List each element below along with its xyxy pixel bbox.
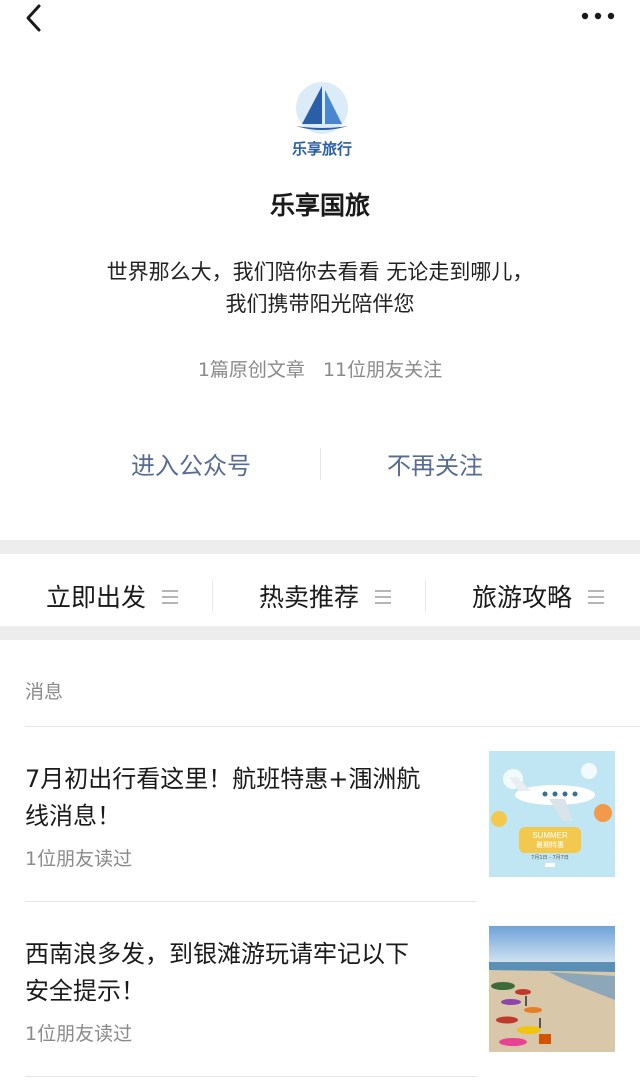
account-name: 乐享国旅	[269, 191, 370, 220]
menu-item-label: 热卖推荐	[259, 583, 360, 612]
account-intro: 世界那么大，我们陪你去看看 无论走到哪儿， 我们携带阳光陪伴您	[60, 256, 580, 320]
article-title-line: 7月初出行看这里！航班特惠+涠洲航	[25, 765, 421, 793]
article-title: 西南浪多发，到银滩游玩请牢记以下 安全提示！	[25, 936, 465, 1010]
menu-item-hot-deals[interactable]: 热卖推荐	[213, 554, 426, 626]
menu-lines-icon	[375, 590, 391, 604]
divider	[25, 1076, 477, 1077]
account-logo: 乐享旅行	[282, 80, 362, 162]
article-title-line: 安全提示！	[25, 977, 145, 1005]
section-separator	[0, 626, 640, 640]
original-articles-count: 1篇原创文章	[197, 359, 305, 381]
article-title-line: 线消息！	[25, 802, 121, 830]
sailboat-icon	[296, 82, 348, 134]
messages-title: 消息	[25, 681, 64, 703]
enter-account-button[interactable]: 进入公众号	[76, 446, 306, 481]
thumb-badge-cn: 暑期特惠	[536, 840, 564, 849]
chevron-left-icon[interactable]	[20, 2, 50, 34]
account-stats: 1篇原创文章 11位朋友关注	[0, 355, 640, 382]
beach-photo-image	[489, 926, 615, 1052]
top-bar	[0, 0, 640, 40]
account-menu: 立即出发 热卖推荐 旅游攻略	[0, 554, 640, 626]
menu-item-travel-guide[interactable]: 旅游攻略	[426, 554, 639, 626]
article-read-count: 1位朋友读过	[25, 1023, 133, 1045]
article-title-line: 西南浪多发，到银滩游玩请牢记以下	[25, 940, 409, 968]
menu-item-depart[interactable]: 立即出发	[0, 554, 213, 626]
thumb-badge-date: 7月1日 - 7月7日	[531, 855, 569, 861]
menu-lines-icon	[162, 590, 178, 604]
more-dots-icon[interactable]	[580, 8, 616, 24]
airplane-summer-image: SUMMER 暑期特惠 7月1日 - 7月7日	[489, 751, 615, 877]
article-thumbnail: SUMMER 暑期特惠 7月1日 - 7月7日	[489, 751, 615, 877]
article-title: 7月初出行看这里！航班特惠+涠洲航 线消息！	[25, 761, 465, 835]
menu-lines-icon	[588, 590, 604, 604]
article-item[interactable]: 7月初出行看这里！航班特惠+涠洲航 线消息！ 1位朋友读过 SUMMER 暑期特…	[0, 727, 640, 902]
friends-following-count: 11位朋友关注	[322, 359, 443, 381]
section-separator	[0, 540, 640, 554]
menu-item-label: 立即出发	[46, 583, 147, 612]
intro-line: 我们携带阳光陪伴您	[225, 292, 415, 316]
thumb-badge-en: SUMMER	[532, 831, 568, 840]
intro-line: 世界那么大，我们陪你去看看 无论走到哪儿，	[106, 260, 534, 284]
article-item[interactable]: 西南浪多发，到银滩游玩请牢记以下 安全提示！ 1位朋友读过	[0, 902, 640, 1077]
logo-text: 乐享旅行	[291, 140, 352, 158]
article-thumbnail	[489, 926, 615, 1052]
article-read-count: 1位朋友读过	[25, 848, 133, 870]
menu-item-label: 旅游攻略	[472, 583, 573, 612]
unfollow-button[interactable]: 不再关注	[320, 446, 550, 481]
